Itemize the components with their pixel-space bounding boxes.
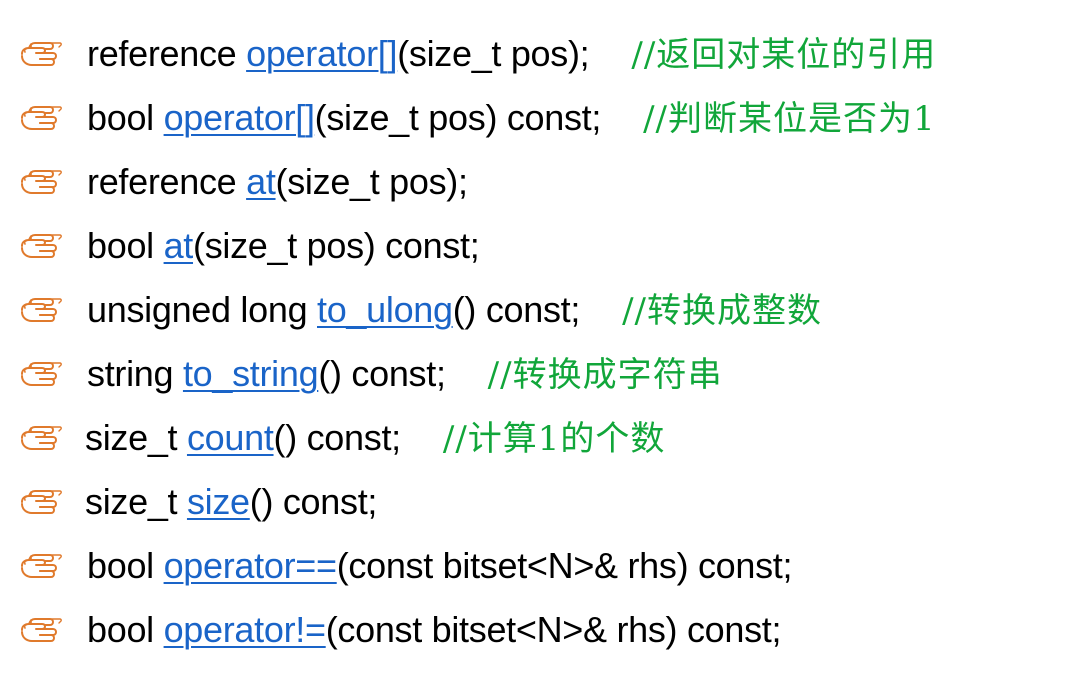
code-comment: //转换成整数 xyxy=(622,291,822,331)
list-item: bool at(size_t pos) const; xyxy=(0,214,1080,278)
member-link[interactable]: to_string xyxy=(183,353,319,394)
code-line: bool operator==(const bitset<N>& rhs) co… xyxy=(87,543,793,589)
pointing-hand-icon xyxy=(20,360,62,388)
code-comment: //返回对某位的引用 xyxy=(631,35,937,75)
list-item: bool operator[](size_t pos) const; //判断某位… xyxy=(0,86,1080,150)
code-suffix: () const; xyxy=(318,353,446,394)
code-line: unsigned long to_ulong() const; //转换成整数 xyxy=(87,287,822,334)
list-item: bool operator!=(const bitset<N>& rhs) co… xyxy=(0,598,1080,662)
list-item: bool operator==(const bitset<N>& rhs) co… xyxy=(0,534,1080,598)
pointing-hand-icon xyxy=(20,552,62,580)
code-line: bool operator!=(const bitset<N>& rhs) co… xyxy=(87,607,782,653)
member-link[interactable]: operator== xyxy=(164,545,337,586)
member-link[interactable]: at xyxy=(246,161,276,202)
pointing-hand-icon xyxy=(20,488,62,516)
pointing-hand-icon xyxy=(20,616,62,644)
code-prefix: bool xyxy=(87,225,164,266)
member-link[interactable]: count xyxy=(187,417,274,458)
pointing-hand-icon xyxy=(20,40,62,68)
member-link[interactable]: at xyxy=(164,225,194,266)
code-line: bool operator[](size_t pos) const; //判断某位… xyxy=(87,95,936,142)
code-prefix: bool xyxy=(87,97,164,138)
code-line: size_t size() const; xyxy=(85,479,377,525)
member-link[interactable]: operator[] xyxy=(164,97,315,138)
code-prefix: unsigned long xyxy=(87,289,317,330)
pointing-hand-icon xyxy=(20,296,62,324)
list-item: reference at(size_t pos); xyxy=(0,150,1080,214)
code-comment: //转换成字符串 xyxy=(487,355,723,395)
code-comment: //判断某位是否为1 xyxy=(643,99,936,139)
member-link[interactable]: operator!= xyxy=(164,609,326,650)
list-item: string to_string() const; //转换成字符串 xyxy=(0,342,1080,406)
code-suffix: (size_t pos) const; xyxy=(314,97,602,138)
member-link[interactable]: operator[] xyxy=(246,33,397,74)
code-suffix: (size_t pos) const; xyxy=(193,225,480,266)
code-suffix: (size_t pos); xyxy=(275,161,468,202)
list-item: reference operator[](size_t pos); //返回对某位… xyxy=(0,22,1080,86)
pointing-hand-icon xyxy=(20,104,62,132)
code-prefix: size_t xyxy=(85,481,187,522)
code-line: reference at(size_t pos); xyxy=(87,159,468,205)
code-comment: //计算1的个数 xyxy=(442,419,666,459)
list-item: unsigned long to_ulong() const; //转换成整数 xyxy=(0,278,1080,342)
code-suffix: (const bitset<N>& rhs) const; xyxy=(325,609,782,650)
code-suffix: () const; xyxy=(452,289,581,330)
code-prefix: bool xyxy=(87,609,164,650)
code-prefix: reference xyxy=(87,33,247,74)
code-suffix: (size_t pos); xyxy=(397,33,590,74)
code-line: reference operator[](size_t pos); //返回对某位… xyxy=(87,31,936,78)
pointing-hand-icon xyxy=(20,168,62,196)
member-link[interactable]: size xyxy=(187,481,250,522)
code-suffix: () const; xyxy=(273,417,402,458)
member-link[interactable]: to_ulong xyxy=(317,289,453,330)
code-suffix: (const bitset<N>& rhs) const; xyxy=(336,545,793,586)
code-line: string to_string() const; //转换成字符串 xyxy=(87,351,723,398)
pointing-hand-icon xyxy=(20,424,62,452)
code-prefix: reference xyxy=(87,161,247,202)
code-line: bool at(size_t pos) const; xyxy=(87,223,480,269)
pointing-hand-icon xyxy=(20,232,62,260)
code-prefix: bool xyxy=(87,545,164,586)
code-line: size_t count() const; //计算1的个数 xyxy=(85,415,665,462)
list-item: size_t size() const; xyxy=(0,470,1080,534)
code-prefix: size_t xyxy=(85,417,187,458)
code-suffix: () const; xyxy=(249,481,378,522)
list-item: size_t count() const; //计算1的个数 xyxy=(0,406,1080,470)
code-prefix: string xyxy=(87,353,183,394)
